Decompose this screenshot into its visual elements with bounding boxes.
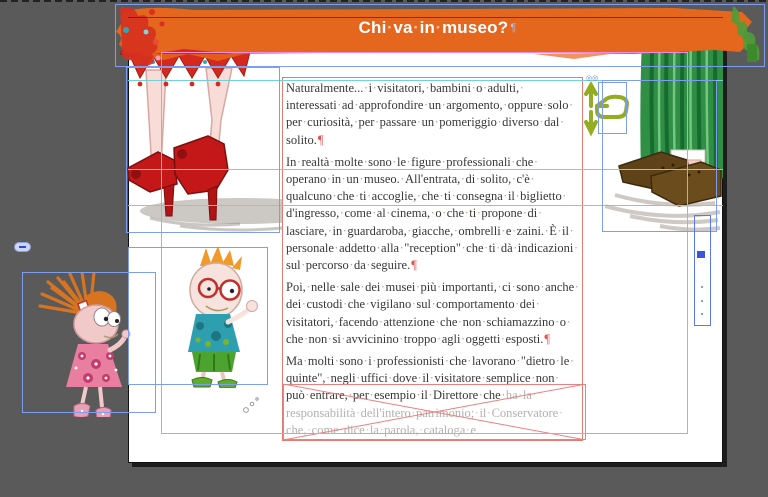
hand-icon-frame-edge[interactable] bbox=[598, 82, 627, 134]
note-marker-icon[interactable] bbox=[14, 242, 31, 252]
folio-dot bbox=[701, 300, 703, 302]
folio-marker bbox=[697, 251, 705, 258]
pasteboard-bleed-line bbox=[0, 0, 768, 2]
folio-dot bbox=[701, 313, 703, 315]
girl-frame-edge[interactable] bbox=[22, 272, 156, 413]
content-grabber-icon[interactable]: ◎◎ bbox=[586, 76, 598, 82]
folio-text-frame[interactable] bbox=[694, 215, 711, 326]
folio-dot bbox=[701, 286, 703, 288]
indesign-canvas: Chi·va·in·museo?¶ bbox=[0, 0, 768, 497]
legs-frame-edge[interactable] bbox=[126, 67, 280, 233]
banner-frame-edge[interactable] bbox=[115, 4, 765, 67]
